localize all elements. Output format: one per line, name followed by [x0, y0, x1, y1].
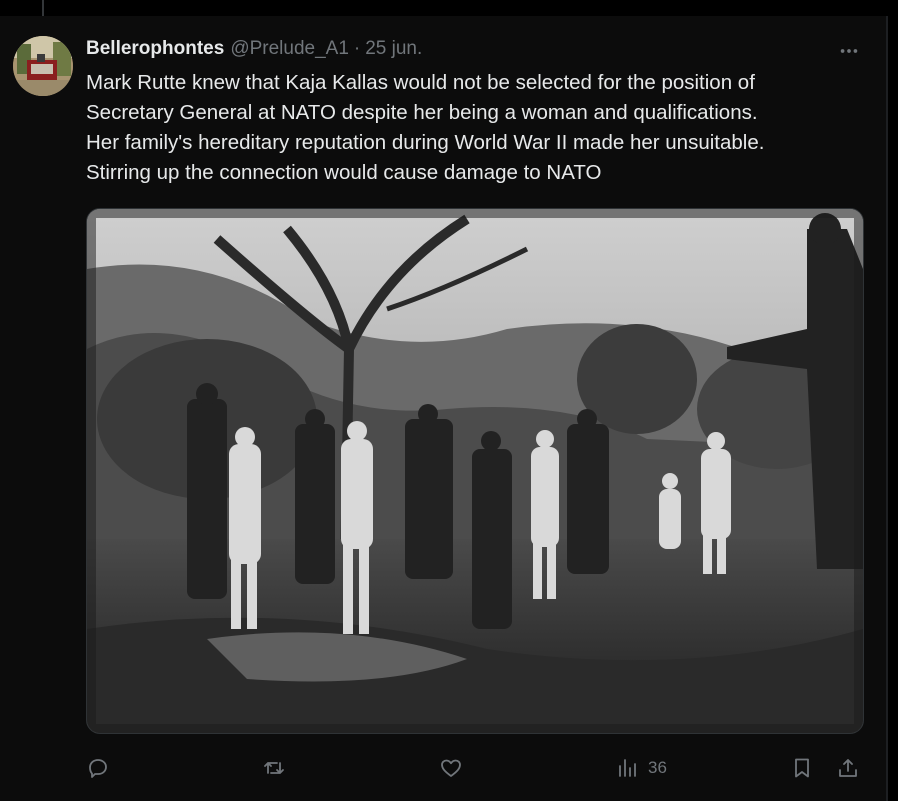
column-border [886, 16, 888, 801]
reply-button[interactable] [86, 750, 110, 786]
tweet-header: Bellerophontes @Prelude_A1 · 25 jun. [86, 38, 422, 64]
author-name[interactable]: Bellerophontes [86, 38, 224, 60]
share-icon [839, 759, 857, 777]
heart-icon [441, 759, 461, 777]
tweet-actions-bar: 36 [86, 750, 866, 786]
tweet-text-line: Her family's hereditary reputation durin… [86, 131, 765, 154]
avatar[interactable] [13, 36, 73, 96]
more-horizontal-icon [840, 49, 858, 53]
author-handle[interactable]: @Prelude_A1 [230, 38, 349, 60]
views-bar-chart-icon [619, 759, 636, 777]
tweet-text-line: Stirring up the connection would cause d… [86, 161, 602, 184]
tweet-text-line: Secretary General at NATO despite her be… [86, 101, 758, 124]
repost-button[interactable] [262, 750, 286, 786]
repost-icon [264, 762, 284, 774]
reply-icon [89, 759, 107, 778]
views-count: 36 [648, 758, 667, 777]
tweet-text: Mark Rutte knew that Kaja Kallas would n… [86, 68, 876, 188]
bookmark-icon [795, 758, 809, 778]
share-button[interactable] [836, 750, 860, 786]
like-button[interactable] [439, 750, 463, 786]
tweet-photo[interactable] [86, 208, 864, 734]
views-button[interactable]: 36 [616, 750, 667, 786]
top-strip [0, 0, 898, 16]
more-options-button[interactable] [834, 36, 864, 66]
tweet-text-line: Mark Rutte knew that Kaja Kallas would n… [86, 71, 755, 94]
header-separator: · [353, 38, 361, 59]
avatar-image [13, 36, 73, 96]
tweet-date[interactable]: 25 jun. [365, 38, 422, 60]
historical-photo-image [87, 209, 863, 733]
bookmark-button[interactable] [790, 750, 814, 786]
